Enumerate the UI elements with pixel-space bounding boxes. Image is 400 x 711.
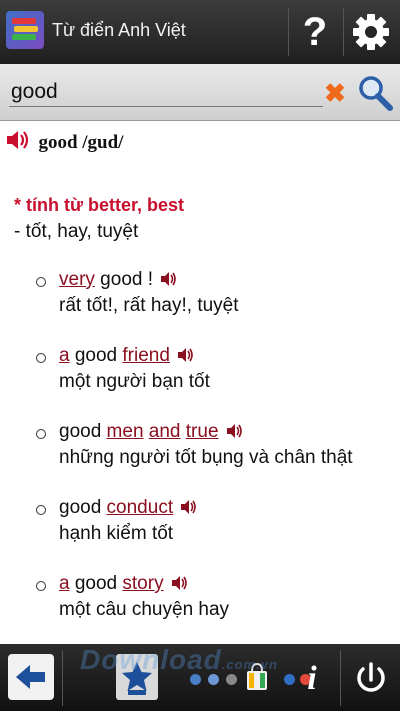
word-link[interactable]: men [107,421,144,442]
search-input[interactable] [9,78,323,107]
info-icon: i [307,660,317,697]
word-link[interactable]: a [59,573,70,594]
speaker-icon[interactable] [161,271,177,293]
close-icon: ✖ [324,78,346,108]
power-icon [357,662,385,692]
example-english: good conduct [59,497,197,521]
bullet [36,505,46,515]
clear-button[interactable]: ✖ [322,80,348,106]
word-link[interactable]: conduct [107,497,174,518]
back-button[interactable] [8,654,54,700]
speaker-icon[interactable] [178,347,194,369]
headword-row: good /gud/ [6,129,123,155]
indicator-dot [284,674,295,685]
question-icon: ? [302,10,328,54]
help-button[interactable]: ? [291,6,339,58]
example-vietnamese: những người tốt bụng và chân thật [59,447,353,468]
speaker-icon[interactable] [171,575,188,597]
bullet [36,581,46,591]
headword: good /gud/ [38,131,124,153]
search-icon [359,76,393,111]
app-title: Từ điển Anh Việt [52,20,186,40]
arrow-left-icon [16,665,45,689]
example-english: a good friend [59,345,194,369]
speaker-icon[interactable] [226,423,243,445]
word-link[interactable]: and [149,421,181,442]
gear-icon [353,14,389,50]
app-logo-icon [6,11,44,49]
bullet [36,429,46,439]
example-english: good men and true [59,421,243,445]
example-vietnamese: rất tốt!, rất hay!, tuyệt [59,295,239,316]
search-bar: ✖ [0,64,400,121]
info-button[interactable]: i [302,656,322,702]
word-link[interactable]: true [186,421,219,442]
word-link[interactable]: story [122,573,163,594]
bullet [36,277,46,287]
word-link[interactable]: friend [122,345,170,366]
divider [288,8,289,56]
example-vietnamese: một câu chuyện hay [59,599,230,620]
bullet [36,353,46,363]
part-of-speech: * tính từ better, best [14,195,185,215]
search-button[interactable] [356,74,394,112]
speaker-icon[interactable] [181,499,197,521]
divider [343,8,344,56]
settings-button[interactable] [347,8,395,56]
word-link[interactable]: very [59,269,95,290]
exit-button[interactable] [351,656,391,700]
watermark: Download.com.vn [80,644,278,675]
example-vietnamese: một người bạn tốt [59,371,210,392]
divider [340,650,341,706]
example-english: a good story [59,573,188,597]
definition-panel: good /gud/ * tính từ better, best - tốt,… [0,121,400,644]
bottom-toolbar: i Download.com.vn [0,644,400,711]
divider [62,650,63,706]
speaker-icon[interactable] [6,129,30,156]
example-english: very good ! [59,269,177,293]
top-bar: Từ điển Anh Việt ? [0,0,400,64]
example-vietnamese: hạnh kiểm tốt [59,523,174,544]
meaning: - tốt, hay, tuyệt [14,221,139,242]
word-link[interactable]: a [59,345,70,366]
